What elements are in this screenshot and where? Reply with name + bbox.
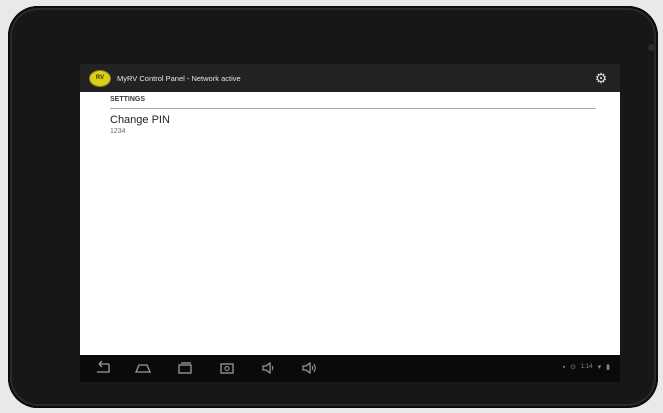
action-bar: RV MyRV Control Panel - Network active ⚙ (80, 64, 620, 92)
screenshot-icon (220, 363, 234, 374)
screenshot-button[interactable] (218, 360, 236, 376)
status-area[interactable]: ▪ ⊙ 1:14 ▾ ▮ (562, 363, 610, 372)
home-icon (135, 364, 151, 373)
system-nav-bar: ▪ ⊙ 1:14 ▾ ▮ (80, 355, 620, 382)
home-button[interactable] (134, 360, 152, 376)
settings-gear-button[interactable]: ⚙ (593, 70, 609, 86)
volume-down-icon (262, 361, 274, 375)
tablet-frame: RV MyRV Control Panel - Network active ⚙… (8, 6, 658, 408)
camera-icon (648, 44, 655, 51)
section-divider (110, 108, 596, 109)
wifi-icon: ▾ (597, 364, 602, 371)
section-header: SETTINGS (110, 96, 146, 103)
change-pin-value: 1234 (110, 128, 126, 135)
notification-icon: ▪ (562, 363, 566, 371)
volume-up-button[interactable] (300, 360, 318, 376)
gear-icon: ⚙ (594, 70, 608, 86)
change-pin-title: Change PIN (110, 114, 170, 126)
sync-icon: ⊙ (570, 364, 576, 371)
recent-apps-button[interactable] (176, 360, 194, 376)
volume-up-icon (302, 361, 316, 375)
screen: RV MyRV Control Panel - Network active ⚙… (80, 64, 620, 382)
app-logo-icon: RV (89, 69, 111, 87)
back-button[interactable] (94, 360, 112, 376)
change-pin-item[interactable]: Change PIN 1234 (110, 114, 596, 146)
clock: 1:14 (580, 364, 593, 370)
battery-icon: ▮ (606, 364, 610, 371)
recent-apps-icon (178, 362, 192, 374)
app-title: MyRV Control Panel - Network active (117, 73, 241, 83)
settings-content: SETTINGS Change PIN 1234 (80, 92, 620, 355)
back-icon (97, 360, 110, 373)
volume-down-button[interactable] (260, 360, 278, 376)
